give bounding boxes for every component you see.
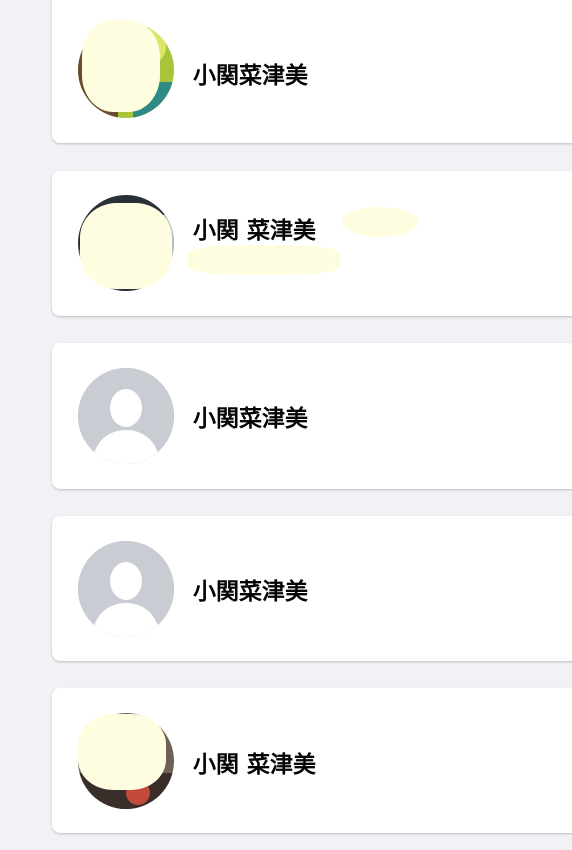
redaction-smudge	[80, 203, 172, 289]
result-card[interactable]: 小関菜津美	[52, 516, 572, 661]
profile-photo-avatar[interactable]	[78, 541, 174, 637]
people-search-results: 小関菜津美 小関 菜津美 小関菜津美 小関菜津美 小関 菜津美	[0, 0, 572, 850]
redaction-smudge	[188, 245, 340, 275]
person-name[interactable]: 小関菜津美	[193, 399, 308, 433]
result-card[interactable]: 小関 菜津美	[52, 688, 572, 833]
person-name[interactable]: 小関 菜津美	[193, 211, 316, 245]
person-name[interactable]: 小関菜津美	[193, 56, 308, 90]
person-name[interactable]: 小関 菜津美	[193, 745, 316, 779]
profile-photo-avatar[interactable]	[78, 368, 174, 464]
default-person-avatar-icon	[78, 368, 174, 464]
default-person-avatar-icon	[78, 541, 174, 637]
result-card[interactable]: 小関菜津美	[52, 343, 572, 489]
redaction-smudge	[78, 714, 166, 790]
redaction-smudge	[342, 207, 418, 237]
person-name[interactable]: 小関菜津美	[193, 572, 308, 606]
result-card[interactable]: 小関菜津美	[52, 0, 572, 143]
result-card[interactable]: 小関 菜津美	[52, 171, 572, 316]
redaction-smudge	[82, 20, 160, 112]
